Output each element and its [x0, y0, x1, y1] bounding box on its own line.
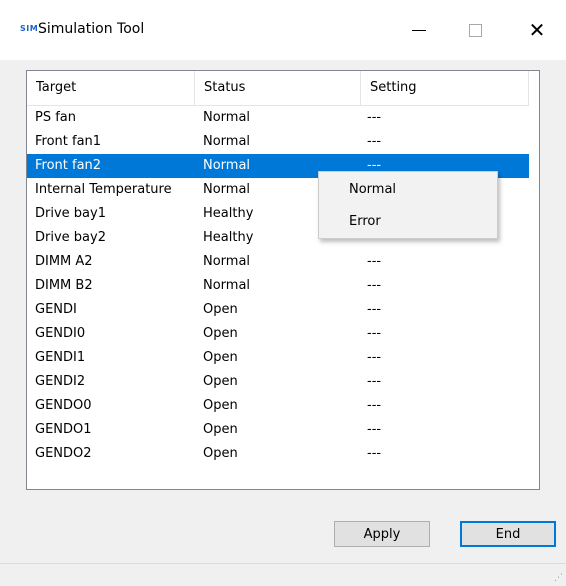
table-row[interactable]: Front fan1 Normal ---: [27, 130, 529, 154]
app-icon: SIM: [20, 24, 39, 33]
cell-status: Open: [203, 374, 238, 389]
cell-status: Normal: [203, 110, 251, 125]
cell-setting: ---: [367, 422, 382, 437]
apply-button[interactable]: Apply: [334, 521, 430, 547]
cell-target: DIMM A2: [35, 254, 93, 269]
cell-setting: ---: [367, 374, 382, 389]
cell-setting: ---: [367, 278, 382, 293]
cell-setting: ---: [367, 398, 382, 413]
maximize-button[interactable]: [452, 10, 498, 50]
cell-setting: ---: [367, 446, 382, 461]
table-row[interactable]: GENDI Open ---: [27, 298, 529, 322]
table-row[interactable]: GENDO1 Open ---: [27, 418, 529, 442]
close-icon: ✕: [528, 18, 546, 42]
cell-setting: ---: [367, 326, 382, 341]
table-row[interactable]: DIMM A2 Normal ---: [27, 250, 529, 274]
menu-item-error[interactable]: Error: [319, 206, 497, 238]
table-row[interactable]: GENDI0 Open ---: [27, 322, 529, 346]
cell-status: Normal: [203, 182, 251, 197]
table-row[interactable]: GENDI2 Open ---: [27, 370, 529, 394]
cell-setting: ---: [367, 350, 382, 365]
target-list[interactable]: Target Status Setting PS fan Normal --- Fro…: [26, 70, 540, 490]
cell-target: Internal Temperature: [35, 182, 172, 197]
cell-target: GENDO1: [35, 422, 92, 437]
list-rows: PS fan Normal --- Front fan1 Normal --- Front …: [27, 106, 529, 466]
cell-setting: ---: [367, 302, 382, 317]
cell-status: Normal: [203, 254, 251, 269]
cell-status: Open: [203, 326, 238, 341]
title-bar: SIM Simulation Tool ✕: [0, 0, 566, 60]
cell-status: Normal: [203, 134, 251, 149]
cell-status: Healthy: [203, 230, 254, 245]
cell-target: GENDO2: [35, 446, 92, 461]
cell-setting: ---: [367, 254, 382, 269]
cell-setting: ---: [367, 134, 382, 149]
cell-status: Healthy: [203, 206, 254, 221]
maximize-icon: [468, 23, 482, 37]
cell-target: GENDI2: [35, 374, 86, 389]
close-button[interactable]: ✕: [514, 10, 560, 50]
minimize-icon: [412, 29, 426, 31]
column-header-setting[interactable]: Setting: [361, 71, 529, 105]
table-row[interactable]: GENDO0 Open ---: [27, 394, 529, 418]
cell-status: Normal: [203, 278, 251, 293]
cell-status: Open: [203, 446, 238, 461]
cell-status: Normal: [203, 158, 251, 173]
cell-target: GENDI: [35, 302, 77, 317]
cell-target: Front fan1: [35, 134, 102, 149]
cell-target: GENDO0: [35, 398, 92, 413]
cell-target: GENDI1: [35, 350, 86, 365]
list-header: Target Status Setting: [27, 71, 529, 106]
cell-status: Open: [203, 422, 238, 437]
context-menu: Normal Error: [318, 171, 498, 239]
cell-target: PS fan: [35, 110, 77, 125]
table-row[interactable]: DIMM B2 Normal ---: [27, 274, 529, 298]
cell-target: Drive bay2: [35, 230, 106, 245]
minimize-button[interactable]: [396, 10, 442, 50]
cell-status: Open: [203, 302, 238, 317]
resize-grip-icon[interactable]: ⋰: [554, 573, 563, 583]
cell-status: Open: [203, 350, 238, 365]
window-title: Simulation Tool: [38, 21, 145, 37]
table-row[interactable]: PS fan Normal ---: [27, 106, 529, 130]
column-header-status[interactable]: Status: [195, 71, 361, 105]
cell-target: GENDI0: [35, 326, 86, 341]
status-bar: ⋰: [0, 563, 566, 586]
cell-setting: ---: [367, 110, 382, 125]
cell-target: Drive bay1: [35, 206, 106, 221]
column-header-target[interactable]: Target: [27, 71, 195, 105]
menu-item-normal[interactable]: Normal: [319, 174, 497, 206]
end-button[interactable]: End: [460, 521, 556, 547]
cell-target: Front fan2: [35, 158, 102, 173]
table-row[interactable]: GENDO2 Open ---: [27, 442, 529, 466]
cell-target: DIMM B2: [35, 278, 93, 293]
table-row[interactable]: GENDI1 Open ---: [27, 346, 529, 370]
cell-status: Open: [203, 398, 238, 413]
